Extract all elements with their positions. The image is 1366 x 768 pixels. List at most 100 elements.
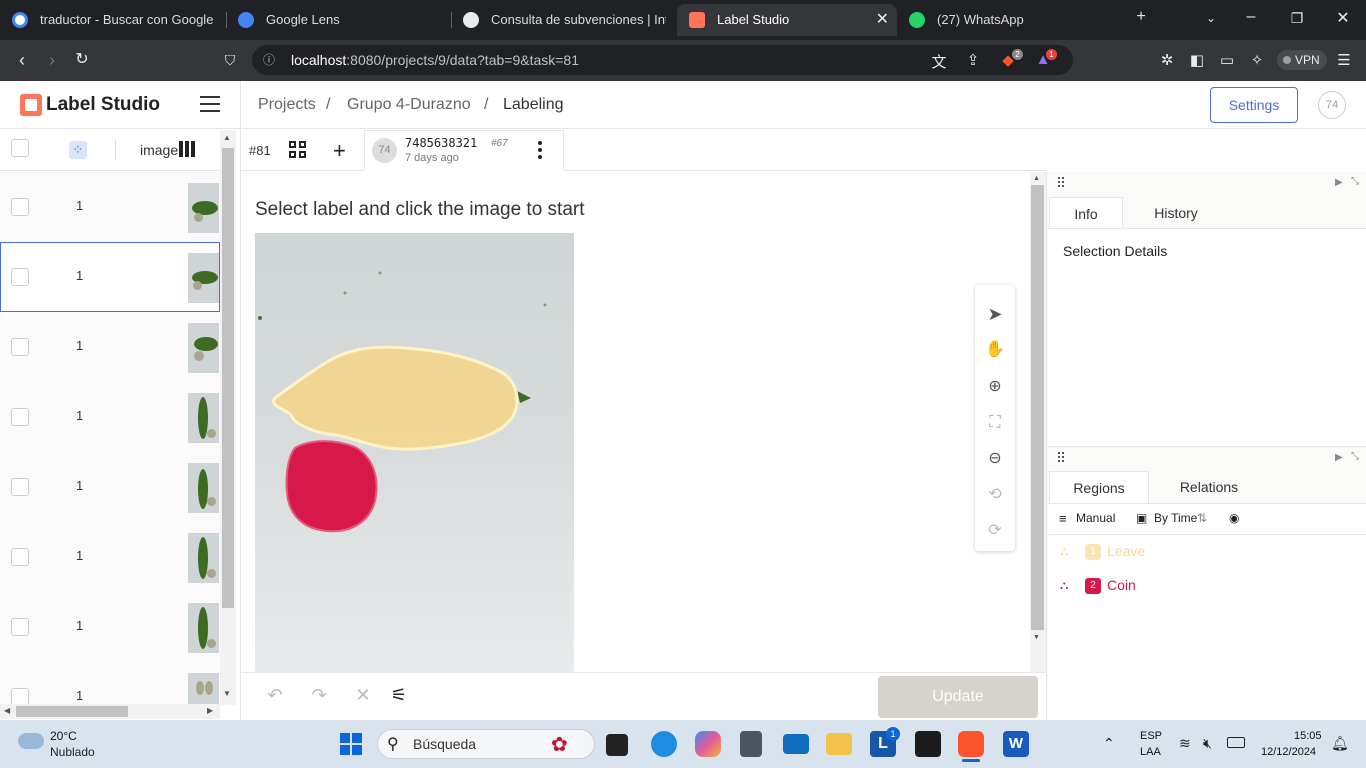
tab-google-lens[interactable]: Google Lens — [226, 4, 451, 36]
tab-info[interactable]: Info — [1049, 197, 1123, 229]
tray-overflow-icon[interactable]: ⌃ — [1103, 735, 1115, 752]
panel-collapse-icon[interactable]: ⤡ — [1351, 176, 1359, 187]
select-cursor-icon[interactable]: ➤ — [985, 304, 1005, 324]
table-row[interactable]: 1 — [0, 312, 220, 382]
mail-icon[interactable] — [783, 734, 809, 754]
word-icon[interactable]: W — [1003, 731, 1029, 757]
leave-region[interactable] — [271, 345, 519, 451]
forward-icon[interactable]: › — [40, 48, 64, 72]
image-canvas[interactable] — [255, 233, 574, 672]
pan-hand-icon[interactable]: ✋ — [985, 340, 1005, 360]
update-button[interactable]: Update — [878, 676, 1038, 718]
windows-start-icon[interactable] — [340, 733, 362, 755]
calculator-icon[interactable] — [740, 731, 762, 757]
extensions-icon[interactable]: ✲ — [1157, 51, 1177, 69]
task-view-icon[interactable] — [606, 734, 628, 756]
wifi-icon[interactable]: ≋ — [1179, 735, 1191, 752]
new-tab-icon[interactable]: + — [1126, 8, 1156, 26]
row-checkbox[interactable] — [11, 268, 29, 286]
breadcrumb-projects[interactable]: Projects — [258, 96, 316, 114]
volume-muted-icon[interactable]: 🔇︎ — [1203, 735, 1212, 752]
language-indicator[interactable]: ESP — [1140, 730, 1162, 742]
vpn-button[interactable]: VPN — [1277, 50, 1327, 70]
visibility-eye-icon[interactable]: ◉ — [1229, 511, 1239, 525]
undo-icon[interactable]: ↶ — [264, 685, 286, 706]
row-checkbox[interactable] — [11, 408, 29, 426]
reset-icon[interactable]: ✕ — [352, 685, 374, 706]
coin-region[interactable] — [285, 440, 378, 533]
reload-icon[interactable]: ↻ — [70, 48, 94, 72]
clock-date[interactable]: 12/12/2024 — [1261, 746, 1316, 758]
row-checkbox[interactable] — [11, 688, 29, 704]
close-tab-icon[interactable]: ✕ — [876, 4, 889, 36]
tab-regions[interactable]: Regions — [1049, 471, 1149, 503]
select-all-checkbox[interactable] — [11, 139, 29, 157]
annotation-menu-icon[interactable] — [538, 141, 544, 161]
hamburger-menu-icon[interactable] — [200, 96, 220, 112]
table-row[interactable]: 1 — [0, 172, 220, 242]
table-row-selected[interactable]: 1 — [0, 242, 220, 312]
redo-icon[interactable]: ↷ — [308, 685, 330, 706]
zoom-out-icon[interactable]: ⊖ — [985, 449, 1005, 469]
label-studio-logo-icon[interactable] — [20, 94, 42, 116]
canvas-scroll-down-icon[interactable]: ▼ — [1033, 634, 1040, 641]
labeling-image[interactable] — [255, 233, 574, 672]
manual-sort-icon[interactable]: ≡ — [1059, 511, 1067, 526]
columns-icon[interactable] — [179, 141, 197, 157]
tab-label-studio[interactable]: Label Studio ✕ — [677, 4, 897, 36]
site-info-icon[interactable]: ⓘ — [257, 48, 281, 72]
back-icon[interactable]: ‹ — [10, 48, 34, 72]
table-row[interactable]: 1 — [0, 592, 220, 662]
clock-time[interactable]: 15:05 — [1294, 730, 1322, 742]
list-hscroll-thumb[interactable] — [16, 706, 128, 717]
zoom-in-icon[interactable]: ⊕ — [985, 377, 1005, 397]
region-item-leave[interactable]: ⛬ 1 Leave — [1058, 541, 1258, 563]
scroll-right-icon[interactable]: ▶ — [207, 706, 213, 715]
translate-icon[interactable]: 文 — [929, 51, 949, 72]
row-checkbox[interactable] — [11, 338, 29, 356]
grid-view-icon[interactable] — [289, 141, 306, 158]
calendar-icon[interactable]: ▣ — [1136, 511, 1147, 525]
tab-subvenciones[interactable]: Consulta de subvenciones | Intran — [451, 4, 666, 36]
manual-sort-button[interactable]: Manual — [1076, 511, 1115, 525]
app-logo-text[interactable]: Label Studio — [46, 94, 160, 116]
tab-whatsapp[interactable]: (27) WhatsApp — [897, 4, 1122, 36]
panel-expand-icon[interactable]: ▶ — [1335, 177, 1343, 188]
table-row[interactable]: 1 — [0, 382, 220, 452]
terminal-icon[interactable] — [915, 731, 941, 757]
share-icon[interactable]: ⇪ — [963, 51, 983, 69]
keyboard-layout[interactable]: LAA — [1140, 746, 1161, 758]
region-item-coin[interactable]: ⛬ 2 Coin — [1058, 575, 1258, 597]
drag-handle-icon[interactable] — [1058, 452, 1066, 464]
tab-traductor[interactable]: traductor - Buscar con Google — [0, 4, 225, 36]
weather-cloud-icon[interactable] — [18, 733, 44, 749]
tab-search-chevron-icon[interactable]: ⌄ — [1196, 11, 1226, 25]
notifications-bell-icon[interactable]: 🔔︎ — [1331, 735, 1349, 752]
canvas-scroll-thumb[interactable] — [1031, 185, 1044, 630]
tab-history[interactable]: History — [1139, 197, 1213, 229]
scroll-down-icon[interactable]: ▼ — [223, 689, 231, 698]
battery-icon[interactable] — [1227, 737, 1245, 748]
leo-icon[interactable]: ✧ — [1247, 51, 1267, 69]
row-checkbox[interactable] — [11, 198, 29, 216]
table-row[interactable]: 1 — [0, 522, 220, 592]
wallet-icon[interactable]: ▭ — [1217, 51, 1237, 69]
menu-icon[interactable]: ☰ — [1334, 51, 1354, 69]
sidebar-icon[interactable]: ◧ — [1187, 51, 1207, 69]
table-row[interactable]: 1 — [0, 662, 220, 704]
scroll-left-icon[interactable]: ◀ — [4, 706, 10, 715]
copilot-icon[interactable] — [695, 731, 721, 757]
url-text[interactable]: localhost:8080/projects/9/data?tab=9&tas… — [291, 52, 579, 68]
rotate-left-icon[interactable]: ⟲ — [985, 485, 1005, 505]
row-checkbox[interactable] — [11, 548, 29, 566]
edge-icon[interactable] — [651, 731, 677, 757]
maximize-icon[interactable]: ❐ — [1282, 10, 1312, 27]
panel-collapse-icon[interactable]: ⤡ — [1351, 451, 1359, 462]
canvas-scroll-up-icon[interactable]: ▲ — [1033, 175, 1040, 182]
column-settings-icon[interactable]: ⁘ — [69, 141, 87, 159]
tab-relations[interactable]: Relations — [1159, 471, 1259, 503]
weather-description[interactable]: Nublado — [50, 745, 95, 759]
user-avatar[interactable]: 74 — [1318, 91, 1346, 119]
scroll-up-icon[interactable]: ▲ — [223, 133, 231, 142]
row-checkbox[interactable] — [11, 478, 29, 496]
